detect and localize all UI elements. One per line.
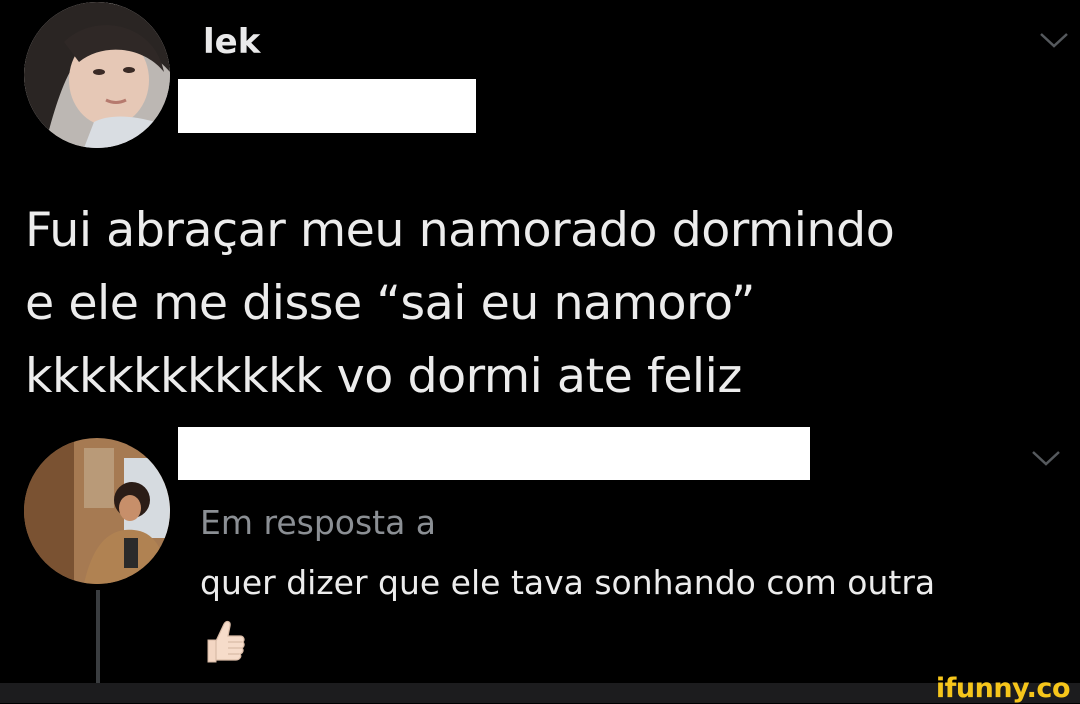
bottom-bar [0,683,1080,703]
thumbs-up-icon [207,620,245,663]
redacted-handle [178,79,476,133]
watermark: ifunny.co [935,673,1071,704]
chevron-down-icon[interactable] [1038,30,1070,50]
chevron-down-icon[interactable] [1030,448,1062,468]
username[interactable]: lek [203,22,260,62]
tweet-text-line: Fui abraçar meu namorado dormindo [25,203,895,258]
thread-line [96,590,100,683]
reply-avatar[interactable] [24,438,170,584]
tweet-text-line: kkkkkkkkkkk vo dormi ate feliz [25,349,742,404]
redacted-name [178,427,810,480]
avatar[interactable] [24,2,170,148]
tweet-text-line: e ele me disse “sai eu namoro” [25,276,756,331]
reply-to-label: Em resposta a [200,503,437,542]
reply-text: quer dizer que ele tava sonhando com out… [200,563,936,602]
tweet-text: Fui abraçar meu namorado dormindo e ele … [25,194,1065,413]
